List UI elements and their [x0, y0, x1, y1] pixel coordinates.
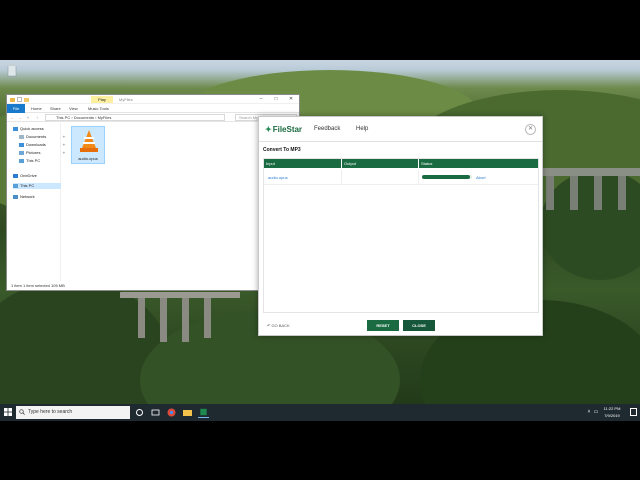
forward-arrow-icon[interactable]: → [17, 114, 23, 121]
conversion-table: Input Output Status audio.opus Abort [263, 158, 539, 313]
properties-icon[interactable] [17, 97, 22, 102]
close-icon[interactable]: ✕ [525, 124, 536, 135]
input-cell: audio.opus [264, 170, 342, 185]
computer-icon [19, 158, 24, 163]
taskbar-search-input[interactable]: Type here to search [16, 406, 130, 419]
nav-this-pc[interactable]: This PC [13, 183, 61, 189]
table-header: Input Output Status [264, 159, 538, 168]
nav-onedrive[interactable]: OneDrive [13, 173, 61, 179]
tab-music-tools[interactable]: Music Tools [88, 104, 109, 113]
address-bar-row: ← → ˅ ↑ This PC › Documents › MyFiles Se… [7, 113, 299, 122]
filestar-taskbar-icon[interactable] [198, 407, 209, 418]
recent-locations-icon[interactable]: ˅ [25, 114, 31, 121]
task-view-icon[interactable] [150, 407, 161, 418]
tab-home[interactable]: Home [31, 104, 42, 113]
computer-icon [13, 183, 18, 188]
taskbar: Type here to search ˄ ▭ 11:22 PM 7/9/2019 [0, 404, 640, 421]
recycle-bin-icon[interactable] [5, 63, 19, 77]
up-arrow-icon[interactable]: ↑ [34, 114, 40, 121]
ribbon-tabs: File Home Share View Music Tools [7, 104, 299, 113]
clock[interactable]: 11:22 PM 7/9/2019 [598, 405, 626, 419]
documents-icon [19, 134, 24, 139]
bridge-image [120, 292, 240, 342]
abort-link[interactable]: Abort [476, 170, 486, 185]
table-row: audio.opus Abort [264, 170, 538, 185]
viaduct-image [540, 168, 640, 210]
screen: Play MyFiles – □ ✕ File Home Share View … [0, 0, 640, 480]
maximize-button[interactable]: □ [270, 95, 282, 104]
column-input: Input [264, 159, 342, 168]
file-name: audio.opus [78, 156, 98, 161]
breadcrumb-this-pc[interactable]: This PC [56, 115, 70, 120]
notification-icon[interactable] [630, 408, 637, 416]
folder-icon [10, 98, 15, 102]
star-icon [13, 126, 18, 131]
file-item[interactable]: audio.opus [71, 126, 105, 164]
reset-button[interactable]: RESET [367, 320, 399, 331]
progress-fill [422, 175, 470, 179]
filestar-dialog[interactable]: ✦FileStar Feedback Help ✕ Convert To MP3… [258, 116, 543, 336]
status-bar: 1 item 1 item selected 105 MB [11, 283, 65, 288]
go-back-link[interactable]: ↶ GO BACK [267, 323, 290, 329]
nav-documents[interactable]: Documents ⌖ [19, 134, 67, 140]
vlc-icon [80, 130, 98, 152]
nav-this-pc-quick[interactable]: This PC [19, 158, 67, 164]
cloud-icon [13, 173, 18, 178]
column-output: Output [342, 159, 419, 168]
output-cell [342, 170, 419, 185]
tab-view[interactable]: View [69, 104, 78, 113]
nav-pictures[interactable]: Pictures ⌖ [19, 150, 67, 156]
nav-downloads[interactable]: Downloads ⌖ [19, 142, 67, 148]
star-logo-icon: ✦ [265, 125, 272, 134]
filestar-logo: ✦FileStar [265, 125, 303, 134]
search-icon [19, 409, 25, 415]
tab-file[interactable]: File [7, 104, 25, 113]
cortana-icon[interactable] [134, 407, 145, 418]
column-status: Status [421, 161, 433, 166]
windows-start-icon[interactable] [4, 408, 12, 416]
tab-share[interactable]: Share [50, 104, 61, 113]
breadcrumb-documents[interactable]: Documents [74, 115, 94, 120]
conversion-progress-bar [422, 175, 472, 179]
navigation-pane: Quick access Documents ⌖ Downloads ⌖ Pictu… [7, 123, 65, 281]
nav-network[interactable]: Network [13, 194, 61, 200]
explorer-titlebar[interactable]: Play MyFiles – □ ✕ [7, 95, 299, 104]
menu-help[interactable]: Help [356, 125, 368, 134]
pictures-icon [19, 150, 24, 155]
file-explorer-icon[interactable] [182, 407, 193, 418]
address-bar[interactable]: This PC › Documents › MyFiles [45, 114, 225, 121]
menu-feedback[interactable]: Feedback [314, 125, 340, 134]
close-button[interactable]: ✕ [285, 95, 297, 104]
window-name: MyFiles [119, 97, 133, 102]
dialog-heading: Convert To MP3 [263, 147, 301, 153]
music-tools-tag: Play [91, 96, 113, 103]
network-icon [13, 194, 18, 199]
dialog-header: ✦FileStar Feedback Help ✕ [259, 117, 542, 142]
close-button[interactable]: CLOSE [403, 320, 435, 331]
minimize-button[interactable]: – [255, 95, 267, 104]
file-explorer-window[interactable]: Play MyFiles – □ ✕ File Home Share View … [6, 94, 300, 291]
chevron-up-icon[interactable]: ˄ [586, 409, 592, 415]
download-icon [19, 142, 24, 147]
nav-quick-access[interactable]: Quick access [13, 126, 61, 132]
back-arrow-icon[interactable]: ← [9, 114, 15, 121]
breadcrumb-myfiles[interactable]: MyFiles [98, 115, 112, 120]
new-folder-icon[interactable] [24, 97, 29, 102]
chrome-icon[interactable] [166, 407, 177, 418]
